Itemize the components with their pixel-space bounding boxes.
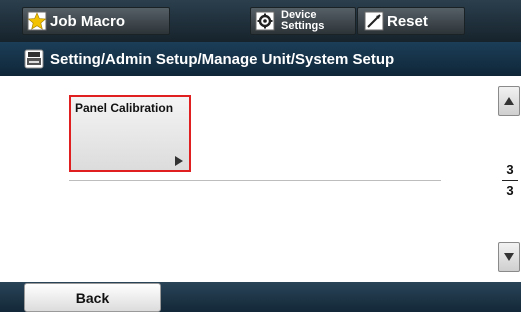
star-icon (27, 11, 47, 31)
reset-icon (364, 11, 384, 31)
scroll-up-button[interactable] (498, 86, 520, 116)
breadcrumb-path: Setting/Admin Setup/Manage Unit/System S… (50, 50, 395, 68)
page-divider (502, 180, 518, 181)
reset-label: Reset (387, 12, 428, 30)
scroll-down-button[interactable] (498, 242, 520, 272)
divider (69, 180, 441, 181)
job-macro-label: Job Macro (50, 12, 126, 30)
main-content: Panel Calibration 3 3 (0, 76, 521, 282)
bottom-bar: Back (0, 282, 521, 312)
device-settings-label: Device Settings (281, 10, 324, 32)
reset-button[interactable]: Reset (357, 7, 465, 35)
page-total: 3 (506, 183, 514, 198)
panel-calibration-tile[interactable]: Panel Calibration (69, 95, 191, 172)
device-settings-button[interactable]: Device Settings (250, 7, 356, 35)
top-toolbar: Job Macro Device Settings Reset (0, 0, 521, 42)
tile-label: Panel Calibration (75, 101, 174, 115)
triangle-down-icon (504, 253, 514, 261)
triangle-up-icon (504, 97, 514, 105)
job-macro-button[interactable]: Job Macro (22, 7, 170, 35)
printer-icon (24, 49, 44, 69)
triangle-right-icon (175, 156, 183, 166)
breadcrumb: Setting/Admin Setup/Manage Unit/System S… (0, 42, 521, 76)
device-settings-label-line2: Settings (281, 20, 325, 32)
device-settings-icon (255, 11, 275, 31)
page-current: 3 (506, 162, 514, 177)
back-button[interactable]: Back (24, 283, 161, 312)
page-indicator: 3 3 (500, 162, 520, 199)
